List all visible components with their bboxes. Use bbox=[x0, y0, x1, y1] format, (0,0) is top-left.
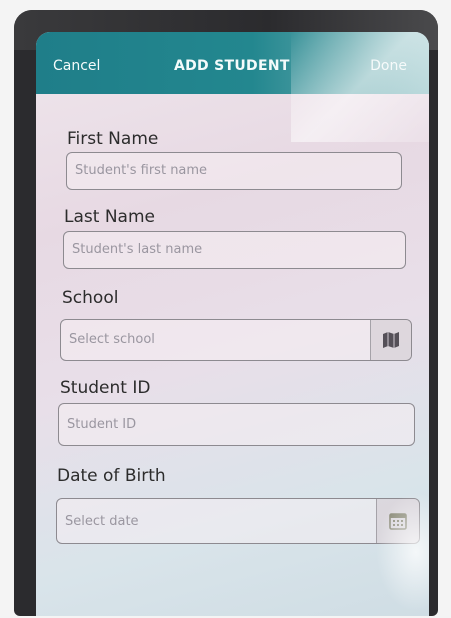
map-icon[interactable] bbox=[370, 320, 411, 360]
last-name-field[interactable]: Student's last name bbox=[63, 231, 406, 269]
navigation-bar: Cancel ADD STUDENT Done bbox=[36, 32, 429, 94]
student-id-field[interactable]: Student ID bbox=[58, 403, 415, 446]
school-placeholder: Select school bbox=[69, 332, 155, 347]
student-id-placeholder: Student ID bbox=[67, 417, 137, 432]
dob-placeholder: Select date bbox=[65, 514, 139, 529]
page-title: ADD STUDENT bbox=[174, 58, 290, 74]
first-name-field[interactable]: Student's first name bbox=[66, 152, 402, 190]
phone-device: Cancel ADD STUDENT Done First Name Stude… bbox=[14, 10, 438, 616]
school-label: School bbox=[62, 288, 119, 308]
last-name-label: Last Name bbox=[64, 207, 155, 227]
done-button[interactable]: Done bbox=[370, 58, 407, 74]
school-select[interactable]: Select school bbox=[60, 319, 412, 361]
calendar-icon[interactable] bbox=[376, 499, 419, 543]
dob-label: Date of Birth bbox=[57, 466, 166, 486]
add-student-screen: Cancel ADD STUDENT Done First Name Stude… bbox=[36, 32, 429, 616]
dob-select[interactable]: Select date bbox=[56, 498, 420, 544]
first-name-label: First Name bbox=[67, 129, 159, 149]
student-id-label: Student ID bbox=[60, 378, 151, 398]
first-name-placeholder: Student's first name bbox=[75, 163, 208, 178]
last-name-placeholder: Student's last name bbox=[72, 242, 203, 257]
cancel-button[interactable]: Cancel bbox=[53, 58, 100, 74]
